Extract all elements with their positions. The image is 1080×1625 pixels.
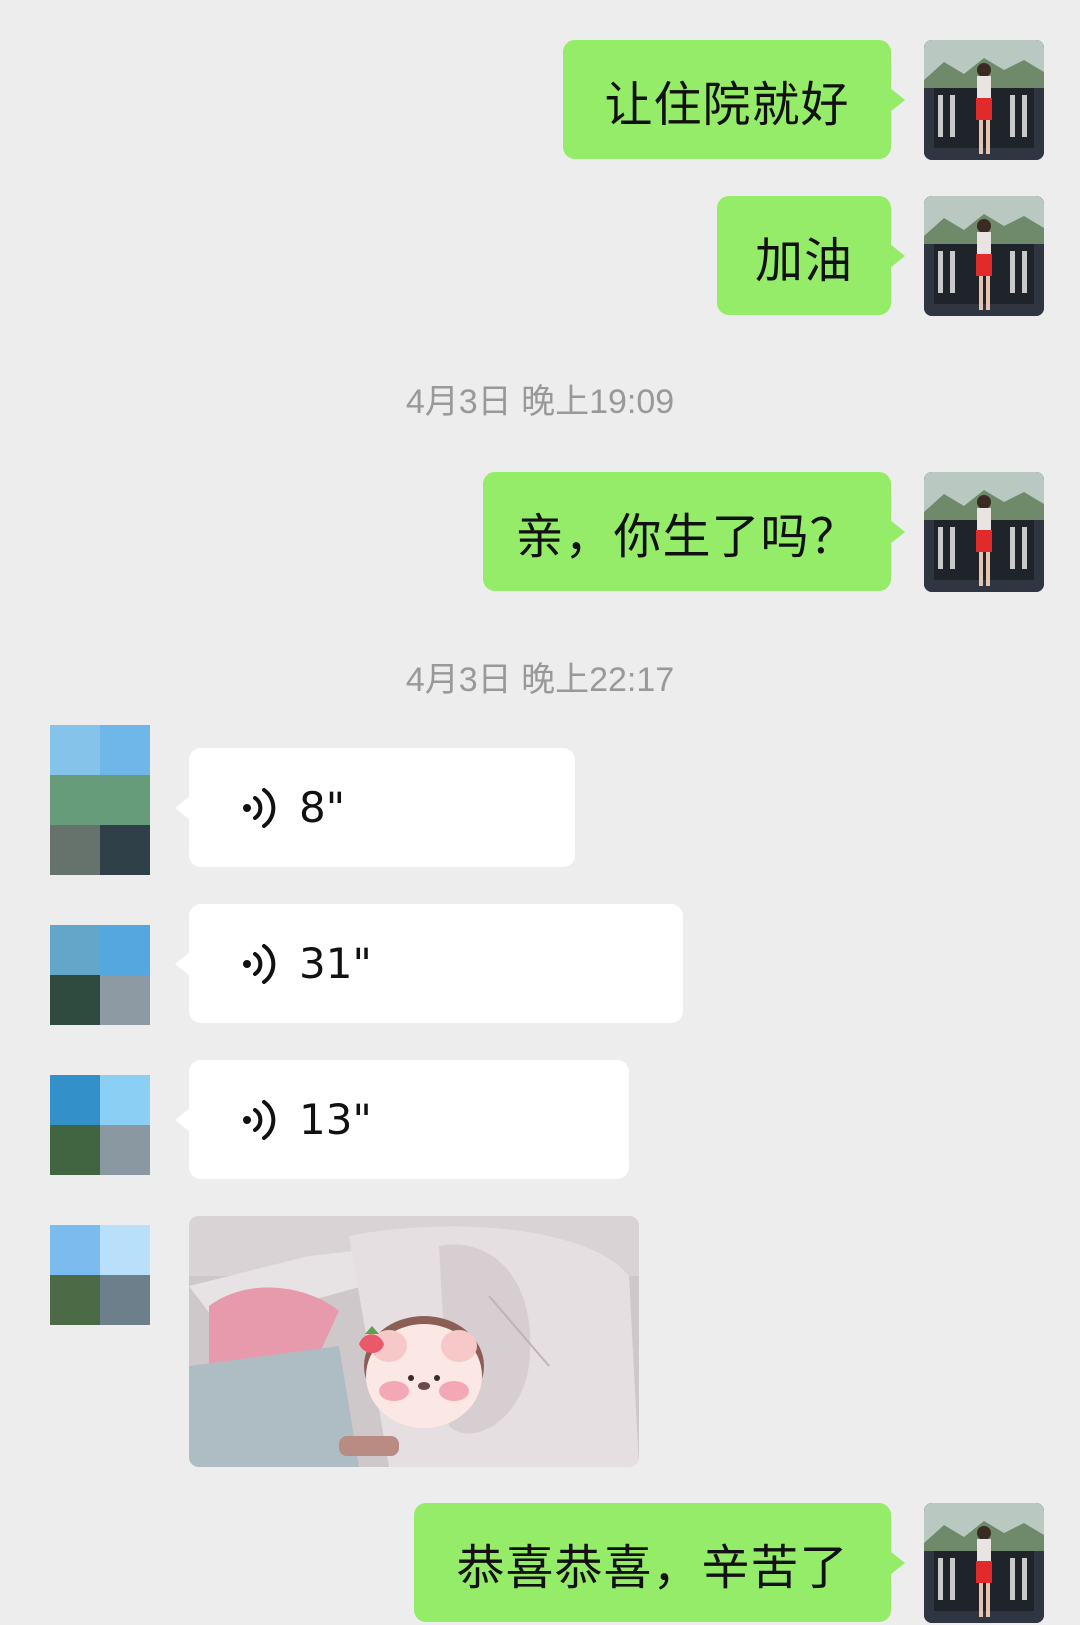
timestamp: 4月3日 晚上19:09 bbox=[405, 383, 675, 421]
message-bubble-self[interactable]: 恭喜恭喜，辛苦了 bbox=[414, 1503, 891, 1622]
voice-duration: 31" bbox=[299, 939, 372, 988]
message-bubble-self[interactable]: 加油 bbox=[717, 196, 891, 315]
voice-message-bubble[interactable]: 13" bbox=[189, 1060, 629, 1179]
voice-message-bubble[interactable]: 8" bbox=[189, 748, 575, 867]
voice-wave-icon bbox=[243, 1099, 276, 1140]
contact-avatar-mosaic[interactable] bbox=[50, 925, 150, 1025]
timestamp: 4月3日 晚上22:17 bbox=[405, 661, 675, 699]
photo-image-icon bbox=[189, 1216, 639, 1467]
self-avatar[interactable] bbox=[924, 40, 1044, 160]
message-text: 加油 bbox=[754, 232, 853, 289]
avatar-photo-icon bbox=[924, 40, 1044, 160]
voice-wave-icon bbox=[243, 943, 276, 984]
contact-avatar-mosaic[interactable] bbox=[50, 725, 150, 875]
self-avatar[interactable] bbox=[924, 1503, 1044, 1623]
avatar-photo-icon bbox=[924, 1503, 1044, 1623]
avatar-photo-icon bbox=[924, 196, 1044, 316]
voice-duration: 8" bbox=[299, 783, 346, 832]
message-bubble-self[interactable]: 亲，你生了吗？ bbox=[483, 472, 891, 591]
avatar-photo-icon bbox=[924, 472, 1044, 592]
self-avatar[interactable] bbox=[924, 196, 1044, 316]
message-text: 亲，你生了吗？ bbox=[515, 508, 859, 565]
message-text: 让住院就好 bbox=[604, 76, 850, 133]
contact-avatar-mosaic[interactable] bbox=[50, 1225, 150, 1325]
voice-duration: 13" bbox=[299, 1095, 372, 1144]
voice-message-bubble[interactable]: 31" bbox=[189, 904, 683, 1023]
self-avatar[interactable] bbox=[924, 472, 1044, 592]
voice-wave-icon bbox=[243, 787, 276, 828]
message-text: 恭喜恭喜，辛苦了 bbox=[456, 1539, 849, 1596]
contact-avatar-mosaic[interactable] bbox=[50, 1075, 150, 1175]
newborn-photo[interactable] bbox=[189, 1216, 639, 1467]
message-bubble-self[interactable]: 让住院就好 bbox=[563, 40, 891, 159]
